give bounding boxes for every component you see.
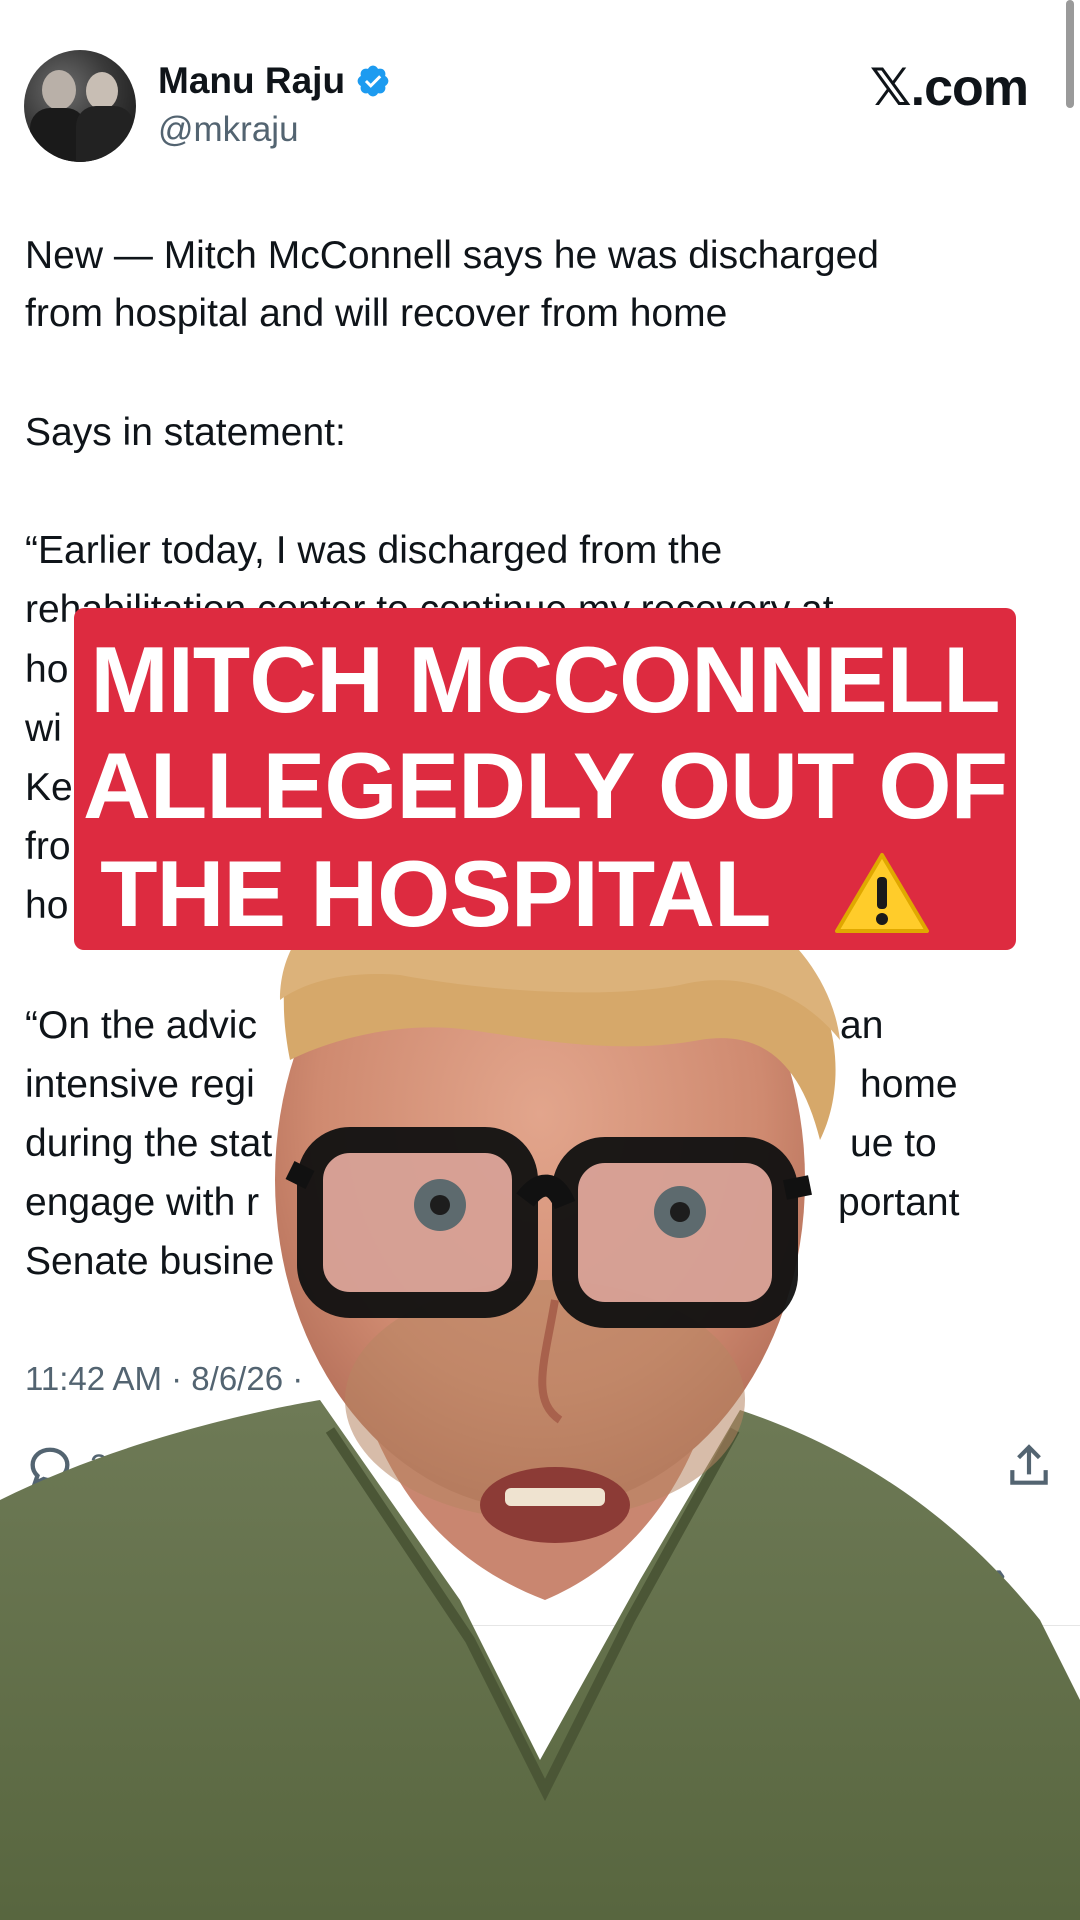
author-avatar[interactable] [24,50,136,162]
avatar-suit-right [76,106,134,162]
tweet-line: Senate busine [25,1240,275,1283]
headline-banner: MITCH MCCONNELL ALLEGEDLY OUT OF THE HOS… [74,608,1016,950]
avatar-face-left [42,70,76,110]
banner-line-3-row: THE HOSPITAL [44,840,986,948]
tweet-line: portant [838,1181,960,1224]
tweet-line: Says in statement: [25,411,346,454]
pupil-right [670,1202,690,1222]
tweet-line: Ke [25,766,73,809]
bookmark-count: 9 [830,1447,848,1484]
pupil-left [430,1195,450,1215]
tweet-line: ho [25,648,69,691]
x-logo: 𝕏.com [869,59,1029,117]
reply-button[interactable]: 29 [24,1440,126,1492]
read-more-label: tes [940,1556,987,1592]
tweet-line: engage with r [25,1181,260,1224]
tweet-line: during the stat [25,1122,273,1165]
reply-count: 29 [90,1447,126,1484]
avatar-face-right [86,72,118,110]
bookmark-button[interactable]: 9 [768,1440,848,1492]
author-name-row[interactable]: Manu Raju [158,60,391,102]
reply-icon [30,1447,70,1488]
warning-icon [834,853,929,934]
tweet-line: ue to [850,1122,937,1165]
author-name[interactable]: Manu Raju [158,60,345,102]
tweet-line: “Earlier today, I was discharged from th… [25,529,723,572]
bookmark-icon [778,1446,806,1488]
chevron-right-icon: › [995,1556,1006,1592]
tweet-line: “On the advic [25,1004,257,1047]
tweet-line: New — Mitch McConnell says he was discha… [25,234,880,277]
verified-badge-icon [357,65,389,97]
divider [0,1625,1080,1626]
author-handle[interactable]: @mkraju [158,110,299,150]
share-icon [1010,1444,1048,1485]
tweet-line: home [860,1063,958,1106]
tweet-timestamp[interactable]: 11:42 AM · 8/6/26 · [25,1360,303,1398]
eye-right [654,1186,706,1238]
share-button[interactable] [1004,1440,1054,1492]
banner-line-2: ALLEGEDLY OUT OF [82,733,1008,838]
tweet-action-bar: 29 9 [0,1440,1080,1500]
banner-line-1: MITCH MCCONNELL [90,627,1000,732]
banner-line-3: THE HOSPITAL [100,841,770,946]
scrollbar[interactable] [1066,0,1074,108]
eye-left [414,1179,466,1231]
nose [538,1299,563,1424]
glasses [285,1127,812,1328]
tweet-line: intensive regi [25,1063,255,1106]
tweet-line: wi [25,707,62,750]
tweet-line: an [840,1004,884,1047]
read-more-link[interactable]: tes › [940,1556,1006,1593]
tweet-line: from hospital and will recover from home [25,292,728,335]
